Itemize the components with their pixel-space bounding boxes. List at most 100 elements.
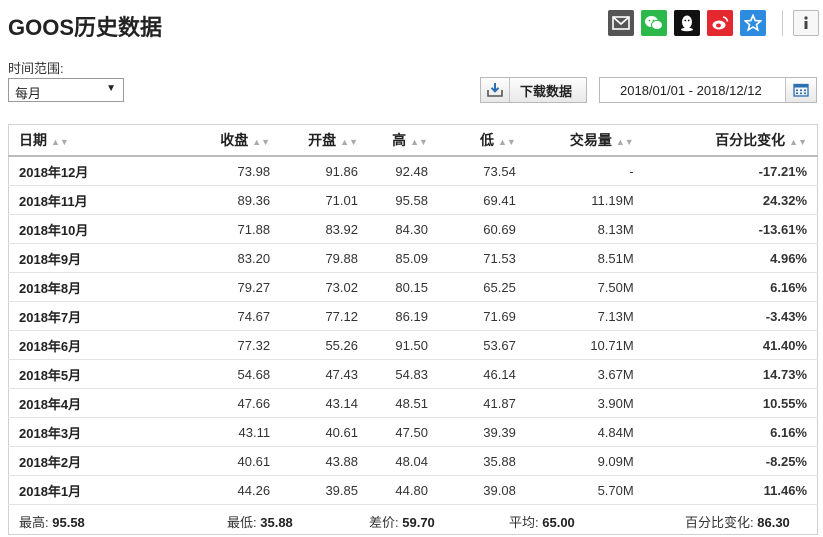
row-low: 65.25	[437, 272, 526, 302]
row-date: 2018年5月	[8, 359, 191, 389]
row-low: 71.53	[437, 243, 526, 273]
date-range-picker[interactable]: 2018/01/01 - 2018/12/12	[599, 77, 817, 103]
row-volume: 4.84M	[525, 417, 644, 447]
row-change: -17.21%	[643, 156, 818, 186]
row-open: 40.61	[280, 417, 368, 447]
row-volume: 7.13M	[525, 301, 644, 331]
row-open: 83.92	[280, 214, 368, 244]
row-low: 69.41	[437, 185, 526, 215]
date-range-value: 2018/01/01 - 2018/12/12	[620, 83, 762, 98]
column-header[interactable]: 交易量 ▲▼	[525, 124, 644, 157]
download-data-button[interactable]: 下载数据	[480, 77, 587, 103]
row-high: 86.19	[367, 301, 438, 331]
summary-diff: 差价: 59.70	[369, 515, 435, 530]
calendar-icon[interactable]	[785, 78, 816, 102]
row-volume: 3.90M	[525, 388, 644, 418]
sort-icon: ▲▼	[252, 137, 271, 147]
row-close: 71.88	[190, 214, 281, 244]
row-volume: 11.19M	[525, 185, 644, 215]
table-row: 2018年1月 44.26 39.85 44.80 39.08 5.70M 11.46%	[8, 475, 818, 505]
row-open: 91.86	[280, 156, 368, 186]
favorite-icon[interactable]	[740, 10, 766, 36]
wechat-icon[interactable]	[641, 10, 667, 36]
row-high: 44.80	[367, 475, 438, 505]
row-change: 6.16%	[643, 417, 818, 447]
row-change: 6.16%	[643, 272, 818, 302]
period-select[interactable]: 每月 ▼	[8, 78, 124, 102]
column-header[interactable]: 低 ▲▼	[437, 124, 526, 157]
info-icon[interactable]	[793, 10, 819, 36]
row-volume: -	[525, 156, 644, 186]
row-high: 85.09	[367, 243, 438, 273]
table-row: 2018年8月 79.27 73.02 80.15 65.25 7.50M 6.16%	[8, 272, 818, 302]
row-date: 2018年11月	[8, 185, 191, 215]
row-open: 47.43	[280, 359, 368, 389]
summary-low: 最低: 35.88	[227, 515, 293, 530]
page-title: GOOS历史数据	[8, 15, 163, 40]
row-low: 35.88	[437, 446, 526, 476]
row-low: 60.69	[437, 214, 526, 244]
table-row: 2018年3月 43.11 40.61 47.50 39.39 4.84M 6.16%	[8, 417, 818, 447]
column-header[interactable]: 收盘 ▲▼	[190, 124, 281, 157]
row-open: 43.88	[280, 446, 368, 476]
table-row: 2018年7月 74.67 77.12 86.19 71.69 7.13M -3.43%	[8, 301, 818, 331]
row-close: 40.61	[190, 446, 281, 476]
weibo-icon[interactable]	[707, 10, 733, 36]
table-header-row: 日期 ▲▼ 收盘 ▲▼ 开盘 ▲▼ 高 ▲▼ 低 ▲▼ 交易量 ▲▼ 百分比变化 ▲▼	[8, 124, 818, 157]
sort-icon: ▲▼	[498, 137, 516, 147]
table-row: 2018年10月 71.88 83.92 84.30 60.69 8.13M -13.61%	[8, 214, 818, 244]
row-volume: 3.67M	[525, 359, 644, 389]
caret-down-icon: ▼	[106, 83, 116, 94]
sort-icon: ▲▼	[410, 137, 428, 147]
row-date: 2018年1月	[8, 475, 191, 505]
column-header[interactable]: 百分比变化 ▲▼	[643, 124, 818, 157]
row-change: -13.61%	[643, 214, 818, 244]
row-volume: 5.70M	[525, 475, 644, 505]
row-change: 14.73%	[643, 359, 818, 389]
row-date: 2018年2月	[8, 446, 191, 476]
row-high: 92.48	[367, 156, 438, 186]
row-low: 41.87	[437, 388, 526, 418]
table-row: 2018年11月 89.36 71.01 95.58 69.41 11.19M 24.32%	[8, 185, 818, 215]
row-date: 2018年10月	[8, 214, 191, 244]
column-header[interactable]: 高 ▲▼	[367, 124, 438, 157]
row-volume: 8.51M	[525, 243, 644, 273]
row-close: 54.68	[190, 359, 281, 389]
row-low: 71.69	[437, 301, 526, 331]
period-select-value: 每月	[15, 86, 42, 101]
row-close: 83.20	[190, 243, 281, 273]
row-high: 48.51	[367, 388, 438, 418]
row-open: 77.12	[280, 301, 368, 331]
row-change: 41.40%	[643, 330, 818, 360]
row-change: -3.43%	[643, 301, 818, 331]
mail-icon[interactable]	[608, 10, 634, 36]
sort-icon: ▲▼	[51, 137, 69, 147]
row-low: 46.14	[437, 359, 526, 389]
table-row: 2018年9月 83.20 79.88 85.09 71.53 8.51M 4.96%	[8, 243, 818, 273]
row-high: 54.83	[367, 359, 438, 389]
row-open: 55.26	[280, 330, 368, 360]
row-date: 2018年7月	[8, 301, 191, 331]
row-open: 39.85	[280, 475, 368, 505]
row-date: 2018年8月	[8, 272, 191, 302]
qq-icon[interactable]	[674, 10, 700, 36]
history-table: 日期 ▲▼ 收盘 ▲▼ 开盘 ▲▼ 高 ▲▼ 低 ▲▼ 交易量 ▲▼ 百分比变化 ▲▼ 201…	[8, 124, 818, 505]
table-row: 2018年5月 54.68 47.43 54.83 46.14 3.67M 14.73%	[8, 359, 818, 389]
column-header[interactable]: 开盘 ▲▼	[280, 124, 368, 157]
sort-icon: ▲▼	[615, 137, 634, 147]
summary-bar: 最高: 95.58 最低: 35.88 差价: 59.70 平均: 65.00 …	[8, 505, 818, 535]
row-volume: 10.71M	[525, 330, 644, 360]
row-high: 91.50	[367, 330, 438, 360]
table-row: 2018年4月 47.66 43.14 48.51 41.87 3.90M 10.55%	[8, 388, 818, 418]
row-close: 77.32	[190, 330, 281, 360]
row-close: 43.11	[190, 417, 281, 447]
row-date: 2018年6月	[8, 330, 191, 360]
row-high: 80.15	[367, 272, 438, 302]
column-header[interactable]: 日期 ▲▼	[8, 124, 191, 157]
row-close: 47.66	[190, 388, 281, 418]
row-low: 73.54	[437, 156, 526, 186]
row-date: 2018年9月	[8, 243, 191, 273]
row-close: 79.27	[190, 272, 281, 302]
row-close: 74.67	[190, 301, 281, 331]
table-row: 2018年2月 40.61 43.88 48.04 35.88 9.09M -8.25%	[8, 446, 818, 476]
